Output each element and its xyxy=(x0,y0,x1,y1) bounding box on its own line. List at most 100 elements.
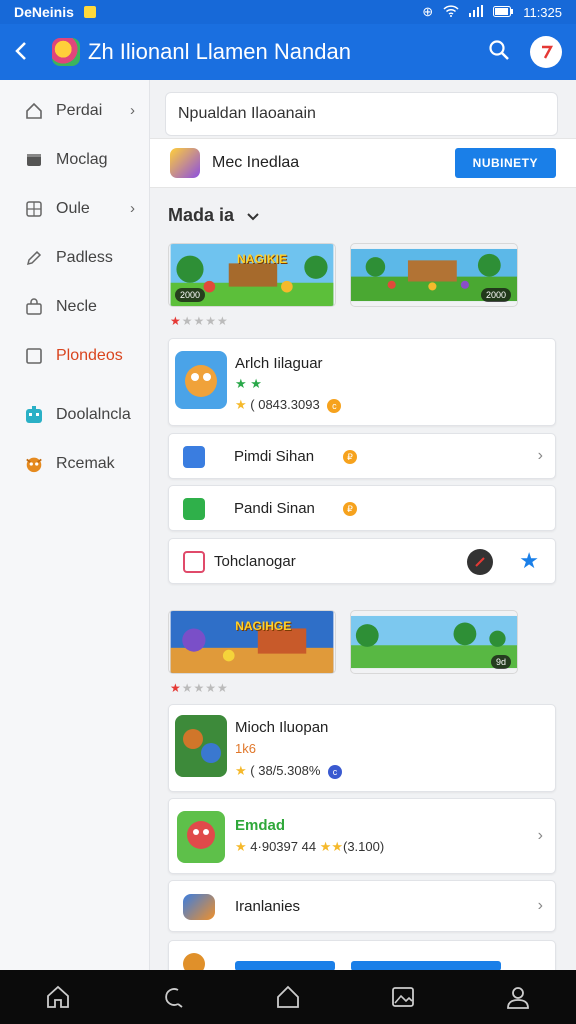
sidebar-item-label: Doolalncla xyxy=(56,405,131,423)
sidebar-item-perdai[interactable]: Perdai › xyxy=(0,86,149,135)
gallery-nav-icon[interactable] xyxy=(383,977,423,1017)
chevron-right-icon: › xyxy=(130,102,135,119)
sidebar: Perdai › Moclag Oule › Padless Necle Plo… xyxy=(0,80,150,970)
sidebar-item-plondeos[interactable]: Plondeos xyxy=(0,331,149,380)
sidebar-item-moclag[interactable]: Moclag xyxy=(0,135,149,184)
sidebar-item-label: Padless xyxy=(56,248,113,266)
app-thumbnail xyxy=(175,351,227,409)
signal-icon xyxy=(469,4,484,20)
pencil-icon xyxy=(24,248,44,268)
app-bar: Zh Ilionanl Llamen Nandan xyxy=(0,24,576,80)
chevron-right-icon: › xyxy=(130,200,135,217)
coin-icon: ₽ xyxy=(343,502,357,516)
list-item-label: Pimdi Sihan xyxy=(234,448,315,465)
bottom-nav xyxy=(0,970,576,1024)
app-meta: ★ ( 0843.3093 c xyxy=(235,397,342,413)
game-meta: ★ 4·90397 44 ★★(3.100) xyxy=(235,839,385,854)
status-right: ⊕ 11:325 xyxy=(422,4,562,20)
home-nav-icon[interactable] xyxy=(38,977,78,1017)
banner-title: NAGIHGE xyxy=(235,619,292,633)
sidebar-item-rcemak[interactable]: Rcemak xyxy=(0,439,149,488)
sidebar-item-doolalncla[interactable]: Doolalncla xyxy=(0,390,149,439)
app-meta: ★ ( 38/5.308% c xyxy=(235,763,343,779)
partial-bar xyxy=(235,961,335,970)
house-nav-icon[interactable] xyxy=(268,977,308,1017)
vpn-icon: ⊕ xyxy=(422,4,434,19)
sidebar-item-label: Rcemak xyxy=(56,454,115,472)
main-content: Npualdan Ilaoanain Mec Inedlaa NUBINETY … xyxy=(150,80,576,970)
game-banner[interactable]: 2000 xyxy=(350,243,518,307)
grid-icon xyxy=(24,199,44,219)
list-item-partial[interactable] xyxy=(168,940,556,970)
app-meta-value: ( 0843.3093 xyxy=(250,397,320,412)
list-item[interactable]: Pandi Sinan ₽ xyxy=(168,485,556,531)
rating-stars: ★★★★★ xyxy=(170,314,229,328)
list-item[interactable]: Iranlanies › xyxy=(168,880,556,932)
back-button[interactable] xyxy=(14,39,40,65)
profile-nav-icon[interactable] xyxy=(498,977,538,1017)
coin-icon: c xyxy=(328,764,343,779)
featured-app-name: Mec Inedlaa xyxy=(212,154,300,171)
game-banner[interactable]: NAGIKIE 2000 xyxy=(168,243,336,307)
chevron-right-icon: › xyxy=(537,897,543,914)
chevron-right-icon: › xyxy=(537,827,543,844)
sidebar-item-label: Perdai xyxy=(56,101,103,119)
game-name: Emdad xyxy=(235,817,286,834)
star-icon[interactable]: ★ xyxy=(519,548,539,574)
battery-icon xyxy=(493,5,514,20)
app-icon xyxy=(183,446,205,468)
search-icon[interactable] xyxy=(488,39,510,66)
app-icon xyxy=(183,953,205,970)
coin-icon: c xyxy=(327,398,342,413)
notification-icon xyxy=(83,6,96,18)
square-icon xyxy=(24,346,44,366)
app-logo xyxy=(52,38,80,66)
partial-bar xyxy=(351,961,501,970)
rating-stars: ★★★★★ xyxy=(170,681,229,695)
app-icon xyxy=(183,498,205,520)
edit-icon[interactable] xyxy=(467,549,493,575)
search-input[interactable]: Npualdan Ilaoanain xyxy=(165,92,558,136)
sidebar-item-oule[interactable]: Oule › xyxy=(0,184,149,233)
wifi-icon xyxy=(443,4,459,20)
app-icon xyxy=(183,894,215,920)
app-meta-value: ( 38/5.308% xyxy=(250,763,321,778)
sidebar-item-label: Necle xyxy=(56,297,97,315)
app-card[interactable]: Mioch Iluopan 1k6 ★ ( 38/5.308% c xyxy=(168,704,556,792)
profile-button[interactable] xyxy=(530,36,562,68)
home-icon xyxy=(24,101,44,121)
app-thumbnail xyxy=(175,715,227,777)
sidebar-item-necle[interactable]: Necle xyxy=(0,282,149,331)
game-banner[interactable]: 9d xyxy=(350,610,518,674)
chevron-down-icon xyxy=(247,205,259,225)
banner-badge: 2000 xyxy=(175,288,206,302)
bag-icon xyxy=(24,297,44,317)
status-bar: DeNeinis ⊕ 11:325 xyxy=(0,0,576,24)
coin-icon: ₽ xyxy=(343,450,357,464)
app-sub: 1k6 xyxy=(235,741,256,756)
featured-app-icon xyxy=(170,148,200,178)
status-left-text: DeNeinis xyxy=(14,4,74,20)
list-item-label: Tohclanogar xyxy=(214,553,296,570)
chevron-right-icon: › xyxy=(537,447,543,464)
list-item[interactable]: Tohclanogar ★ xyxy=(168,538,556,584)
section-header[interactable]: Mada ia xyxy=(168,205,259,226)
game-card[interactable]: Emdad ★ 4·90397 44 ★★(3.100) › xyxy=(168,798,556,874)
game-banner[interactable]: NAGIHGE xyxy=(168,610,336,674)
app-icon xyxy=(183,551,205,573)
banner-title: NAGIKIE xyxy=(236,252,288,266)
section-title: Mada ia xyxy=(168,205,235,225)
app-title: Zh Ilionanl Llamen Nandan xyxy=(88,39,351,64)
app-stars: ★ ★ xyxy=(235,376,262,391)
featured-action-button[interactable]: NUBINETY xyxy=(454,148,556,178)
status-time: 11:325 xyxy=(523,4,562,20)
creature-icon xyxy=(24,454,44,474)
featured-app-strip[interactable]: Mec Inedlaa NUBINETY xyxy=(150,138,576,188)
app-card[interactable]: Arlch Iilaguar ★ ★ ★ ( 0843.3093 c xyxy=(168,338,556,426)
banner-badge: 9d xyxy=(490,655,511,669)
sidebar-item-padless[interactable]: Padless xyxy=(0,233,149,282)
game-thumbnail xyxy=(177,811,225,863)
list-item[interactable]: Pimdi Sihan ₽ › xyxy=(168,433,556,479)
back-nav-icon[interactable] xyxy=(153,977,193,1017)
list-item-label: Iranlanies xyxy=(235,898,301,915)
